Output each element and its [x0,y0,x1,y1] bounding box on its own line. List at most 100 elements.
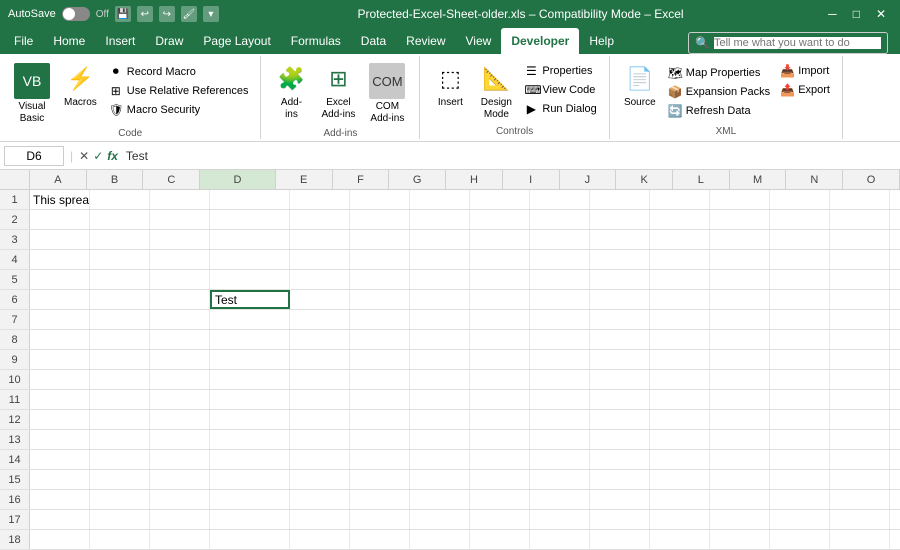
cell-N5[interactable] [830,270,890,289]
cell-K5[interactable] [650,270,710,289]
tab-developer[interactable]: Developer [501,28,579,54]
format-painter-icon[interactable]: 🖌 [181,6,197,22]
cell-E2[interactable] [290,210,350,229]
cell-M14[interactable] [770,450,830,469]
cell-N4[interactable] [830,250,890,269]
cell-G5[interactable] [410,270,470,289]
cell-A9[interactable] [30,350,90,369]
cell-C8[interactable] [150,330,210,349]
cell-K16[interactable] [650,490,710,509]
cell-K4[interactable] [650,250,710,269]
cell-K18[interactable] [650,530,710,549]
export-button[interactable]: 📤 Export [776,81,834,99]
cell-C18[interactable] [150,530,210,549]
cell-I4[interactable] [530,250,590,269]
cell-C13[interactable] [150,430,210,449]
cell-H8[interactable] [470,330,530,349]
tab-page-layout[interactable]: Page Layout [193,28,280,54]
cell-O4[interactable] [890,250,900,269]
cell-C17[interactable] [150,510,210,529]
cell-B16[interactable] [90,490,150,509]
cell-I12[interactable] [530,410,590,429]
cell-E10[interactable] [290,370,350,389]
cell-E7[interactable] [290,310,350,329]
cell-O1[interactable] [890,190,900,209]
cell-D10[interactable] [210,370,290,389]
minimize-button[interactable]: ─ [822,5,843,23]
cell-H15[interactable] [470,470,530,489]
cell-I17[interactable] [530,510,590,529]
cell-F8[interactable] [350,330,410,349]
col-header-f[interactable]: F [333,170,390,189]
autosave-toggle[interactable] [62,7,90,21]
cell-E9[interactable] [290,350,350,369]
redo-icon[interactable]: ↪ [159,6,175,22]
cell-C9[interactable] [150,350,210,369]
design-mode-button[interactable]: 📐 DesignMode [474,60,518,124]
cell-M8[interactable] [770,330,830,349]
cell-F7[interactable] [350,310,410,329]
cell-N18[interactable] [830,530,890,549]
row-header-4[interactable]: 4 [0,250,30,269]
cell-I9[interactable] [530,350,590,369]
cell-D15[interactable] [210,470,290,489]
cell-E17[interactable] [290,510,350,529]
cell-J17[interactable] [590,510,650,529]
cell-B7[interactable] [90,310,150,329]
cell-D14[interactable] [210,450,290,469]
cell-D18[interactable] [210,530,290,549]
cell-O5[interactable] [890,270,900,289]
cell-J10[interactable] [590,370,650,389]
cell-E12[interactable] [290,410,350,429]
cell-C14[interactable] [150,450,210,469]
cell-A2[interactable] [30,210,90,229]
row-header-7[interactable]: 7 [0,310,30,329]
cell-F3[interactable] [350,230,410,249]
col-header-e[interactable]: E [276,170,333,189]
cell-G17[interactable] [410,510,470,529]
import-button[interactable]: 📥 Import [776,62,834,80]
cell-K2[interactable] [650,210,710,229]
cell-H5[interactable] [470,270,530,289]
cell-L6[interactable] [710,290,770,309]
cell-E14[interactable] [290,450,350,469]
cell-E3[interactable] [290,230,350,249]
cell-D1[interactable] [210,190,290,209]
cell-M5[interactable] [770,270,830,289]
cell-L2[interactable] [710,210,770,229]
cell-D2[interactable] [210,210,290,229]
maximize-button[interactable]: □ [847,5,866,23]
cell-J11[interactable] [590,390,650,409]
cell-C16[interactable] [150,490,210,509]
cell-M3[interactable] [770,230,830,249]
col-header-k[interactable]: K [616,170,673,189]
cell-G2[interactable] [410,210,470,229]
col-header-a[interactable]: A [30,170,87,189]
col-header-g[interactable]: G [389,170,446,189]
cell-H6[interactable] [470,290,530,309]
cell-A15[interactable] [30,470,90,489]
cell-C12[interactable] [150,410,210,429]
cell-G11[interactable] [410,390,470,409]
cell-B18[interactable] [90,530,150,549]
cell-M1[interactable] [770,190,830,209]
row-header-10[interactable]: 10 [0,370,30,389]
cell-O14[interactable] [890,450,900,469]
cell-O17[interactable] [890,510,900,529]
cell-L3[interactable] [710,230,770,249]
cell-A11[interactable] [30,390,90,409]
cell-A16[interactable] [30,490,90,509]
cell-A10[interactable] [30,370,90,389]
cell-H9[interactable] [470,350,530,369]
cell-L4[interactable] [710,250,770,269]
cell-G14[interactable] [410,450,470,469]
cell-N7[interactable] [830,310,890,329]
cell-H13[interactable] [470,430,530,449]
cell-O10[interactable] [890,370,900,389]
formula-content[interactable]: Test [122,149,896,163]
cell-F15[interactable] [350,470,410,489]
cell-J3[interactable] [590,230,650,249]
row-header-9[interactable]: 9 [0,350,30,369]
cell-K11[interactable] [650,390,710,409]
row-header-5[interactable]: 5 [0,270,30,289]
